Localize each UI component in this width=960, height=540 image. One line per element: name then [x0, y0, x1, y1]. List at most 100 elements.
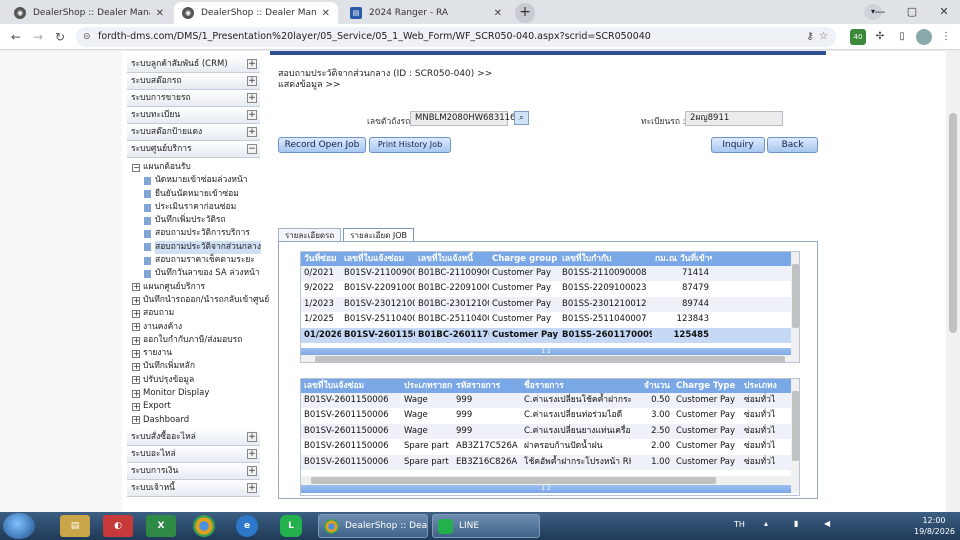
column-header[interactable]: Charge Type: [673, 379, 741, 393]
explorer-icon[interactable]: ▤: [60, 515, 90, 537]
table-row[interactable]: 0/2021 B01SV-2110090004B01BC-2110090008Cu…: [301, 266, 799, 282]
expand-toggle-icon[interactable]: +: [247, 110, 257, 120]
close-icon[interactable]: ✕: [322, 8, 330, 19]
menu-group[interactable]: + บันทึกเพิ่มหลัก: [132, 360, 260, 373]
table-row[interactable]: B01SV-2601150006 Wage 999 C.ค่าแรงเปลี่ยนโช…: [301, 393, 799, 409]
sidebar-section[interactable]: ระบบสต๊อกรถ +: [127, 73, 260, 90]
collapse-icon[interactable]: −: [132, 163, 140, 172]
task-line[interactable]: LINE: [432, 514, 540, 538]
table-row[interactable]: 1/2023 B01SV-2301210017B01BC-2301210016Cu…: [301, 296, 799, 313]
menu-group[interactable]: + ปรับปรุงข้อมูล: [132, 374, 260, 387]
expand-icon[interactable]: +: [132, 402, 140, 411]
column-header[interactable]: กม.ณ วันที่เข้าซ่อม: [652, 252, 712, 266]
expand-toggle-icon[interactable]: +: [247, 93, 257, 103]
menu-group[interactable]: + Monitor Display: [132, 387, 260, 400]
address-bar[interactable]: ⊝ fordth-dms.com/DMS/1_Presentation%20la…: [76, 27, 836, 47]
table-row[interactable]: B01SV-2601150006 Spare part EB3Z16C826A โช้…: [301, 454, 799, 470]
sidebar-section[interactable]: ระบบการขายรถ +: [127, 90, 260, 107]
vin-field[interactable]: MNBLM2080HW683116: [410, 111, 515, 126]
chrome-icon[interactable]: [193, 515, 215, 537]
expand-toggle-icon[interactable]: +: [247, 59, 257, 69]
sidebar-section[interactable]: ระบบศูนย์บริการ −: [127, 141, 260, 158]
menu-group-reception[interactable]: − แผนกต้อนรับ: [132, 161, 260, 174]
expand-toggle-icon[interactable]: +: [247, 76, 257, 86]
scroll-thumb[interactable]: [949, 113, 957, 333]
bookmark-star-icon[interactable]: ☆: [819, 27, 828, 47]
menu-dots-icon[interactable]: ⋮: [938, 29, 954, 45]
menu-group[interactable]: + งานคงค้าง: [132, 321, 260, 334]
scroll-thumb[interactable]: [311, 477, 716, 484]
expand-toggle-icon[interactable]: +: [247, 448, 257, 459]
task-dealershop[interactable]: DealerShop :: Deal...: [318, 514, 428, 538]
sidebar-section[interactable]: ระบบลูกค้าสัมพันธ์ (CRM) +: [127, 56, 260, 73]
column-header[interactable]: เลขที่ใบกำกับ: [559, 252, 652, 266]
menu-item[interactable]: ประเมินราคาก่อนซ่อม: [132, 201, 260, 214]
tab-vehicle-detail[interactable]: รายละเอียดรถ: [278, 228, 342, 242]
browser-tab-3[interactable]: ▤ 2024 Ranger - RA ✕: [342, 2, 510, 24]
sidepanel-icon[interactable]: ▯: [894, 29, 910, 45]
table-row[interactable]: 01/2026B01SV-2601150006B01BC-2601170019C…: [301, 327, 799, 343]
menu-item[interactable]: สอบถามราคาเช็คตามระยะ: [132, 254, 260, 267]
browser-tab-2[interactable]: ◉ DealerShop :: Dealer Manageme ✕: [174, 2, 338, 24]
expand-icon[interactable]: +: [132, 416, 140, 425]
menu-group[interactable]: + สอบถาม: [132, 307, 260, 320]
sidebar-section[interactable]: ระบบอะไหล่ +: [127, 445, 260, 463]
table-row[interactable]: B01SV-2601150006 Wage 999 C.ค่าแรงเปลี่ยนยา…: [301, 423, 799, 440]
expand-icon[interactable]: +: [132, 336, 140, 345]
table-row[interactable]: B01SV-2601150006 Spare part AB3Z17C526A ฝาค…: [301, 439, 799, 454]
close-icon[interactable]: ✕: [156, 8, 164, 19]
expand-toggle-icon[interactable]: −: [247, 144, 257, 154]
menu-item[interactable]: สอบถามประวัติจากส่วนกลาง: [132, 240, 261, 255]
column-header[interactable]: รหัสรายการ: [453, 379, 521, 393]
sidebar-section[interactable]: ระบบการเงิน +: [127, 462, 260, 480]
expand-icon[interactable]: +: [132, 349, 140, 358]
browser-tab-1[interactable]: ◉ DealerShop :: Dealer Manageme ✕: [6, 2, 172, 24]
puzzle-icon[interactable]: ✣: [872, 29, 888, 45]
ie-icon[interactable]: e: [236, 515, 258, 537]
print-history-job-button[interactable]: Print History Job: [369, 137, 451, 153]
column-header[interactable]: ชื่อรายการ: [521, 379, 631, 393]
expand-icon[interactable]: +: [132, 309, 140, 318]
inquiry-button[interactable]: Inquiry: [711, 137, 765, 153]
record-open-job-button[interactable]: Record Open Job: [278, 137, 366, 153]
items-grid-pager[interactable]: 1 2: [301, 485, 791, 493]
key-icon[interactable]: ⚷: [802, 29, 818, 45]
menu-group[interactable]: + ออกใบกำกับภาษี/ส่งมอบรถ: [132, 334, 260, 347]
clock[interactable]: 12:00 19/8/2026: [914, 515, 955, 537]
menu-group[interactable]: + Dashboard: [132, 414, 260, 427]
items-vscroll[interactable]: [791, 379, 799, 493]
menu-group[interactable]: + แผนกศูนย์บริการ: [132, 281, 260, 294]
column-header[interactable]: Charge group: [489, 252, 559, 266]
column-header[interactable]: ประเภทง: [741, 379, 791, 393]
column-header[interactable]: เลขที่ใบแจ้งหนี้: [415, 252, 489, 266]
back-arrow-icon[interactable]: ←: [8, 29, 24, 45]
column-header[interactable]: จำนวน: [631, 379, 673, 393]
forward-arrow-icon[interactable]: →: [30, 29, 46, 45]
menu-item[interactable]: บันทึกเพิ่มประวัติรถ: [132, 214, 260, 227]
expand-icon[interactable]: +: [132, 283, 140, 292]
search-icon[interactable]: ⌕: [514, 111, 529, 125]
excel-icon[interactable]: X: [146, 515, 176, 537]
sidebar-section[interactable]: ระบบเจ้าหนี้ +: [127, 479, 260, 497]
scroll-thumb[interactable]: [792, 391, 799, 461]
jobs-vscroll[interactable]: [791, 252, 799, 356]
table-row[interactable]: 9/2022 B01SV-2209100013B01BC-2209100021Cu…: [301, 281, 799, 296]
new-tab-button[interactable]: +: [515, 3, 535, 23]
expand-icon[interactable]: +: [132, 376, 140, 385]
column-header[interactable]: วันที่ซ่อม: [301, 252, 341, 266]
reload-icon[interactable]: ↻: [52, 29, 68, 45]
expand-icon[interactable]: +: [132, 363, 140, 372]
menu-item[interactable]: นัดหมายเข้าซ่อมล่วงหน้า: [132, 174, 260, 187]
menu-item[interactable]: ยืนยันนัดหมายเข้าซ่อม: [132, 188, 260, 201]
menu-group[interactable]: + รายงาน: [132, 347, 260, 360]
back-button[interactable]: Back: [767, 137, 818, 153]
close-window-button[interactable]: ✕: [928, 0, 960, 24]
tray-expand-icon[interactable]: ▴: [764, 519, 768, 528]
sidebar-section[interactable]: ระบบสั่งซื้ออะไหล่ +: [127, 428, 260, 446]
menu-item[interactable]: บันทึกวันลาของ SA ล่วงหน้า: [132, 267, 260, 280]
app-red-icon[interactable]: ◐: [103, 515, 133, 537]
line-icon[interactable]: L: [280, 515, 302, 537]
expand-toggle-icon[interactable]: +: [247, 465, 257, 476]
expand-icon[interactable]: +: [132, 323, 140, 332]
column-header[interactable]: เลขที่ใบแจ้งซ่อม: [301, 379, 401, 393]
